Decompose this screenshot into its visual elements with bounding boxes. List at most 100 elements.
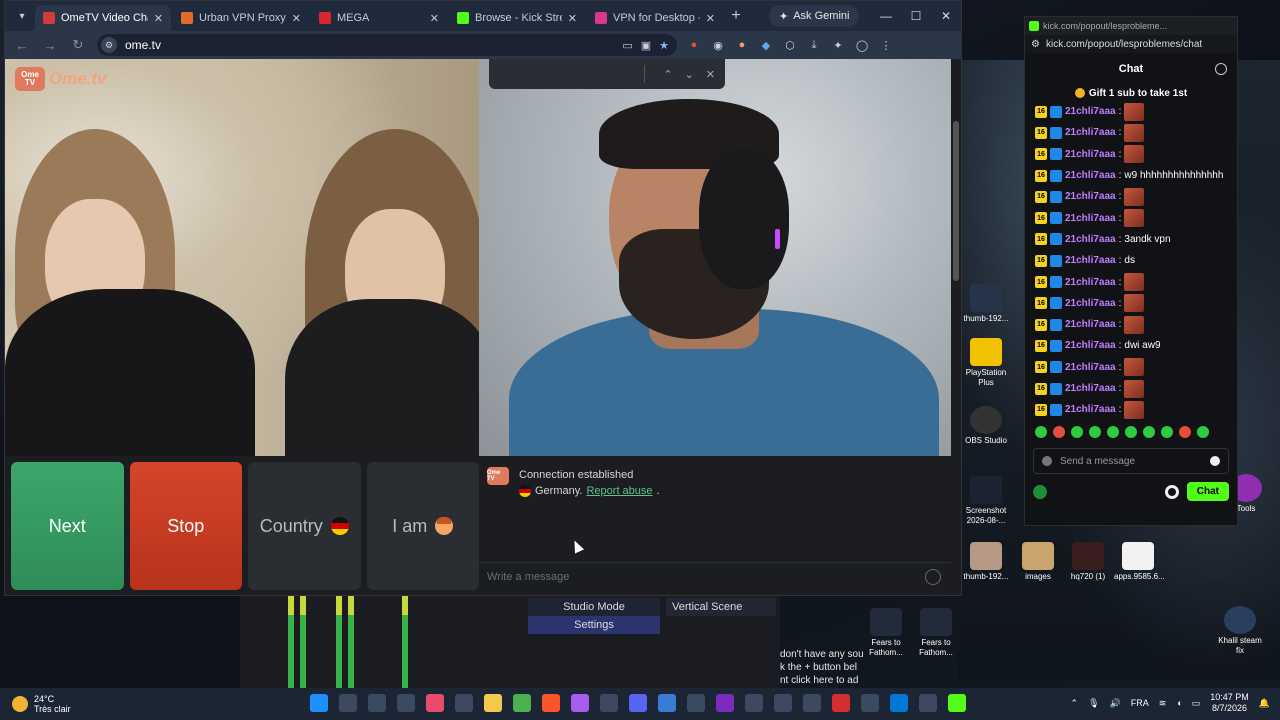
obs-icon[interactable]: [803, 694, 821, 712]
settings-button[interactable]: Settings: [528, 616, 660, 634]
app-icon[interactable]: [658, 694, 676, 712]
kick-message-input[interactable]: Send a message: [1033, 448, 1229, 475]
chat-username[interactable]: 21chli7aaa: [1065, 191, 1116, 202]
close-tab-icon[interactable]: ✕: [430, 12, 439, 25]
find-close-icon[interactable]: ✕: [706, 68, 715, 81]
next-button[interactable]: Next: [11, 462, 124, 590]
close-tab-icon[interactable]: ✕: [154, 12, 163, 25]
app-icon[interactable]: [861, 694, 879, 712]
clock[interactable]: 10:47 PM 8/7/2026: [1210, 692, 1249, 714]
chat-username[interactable]: 21chli7aaa: [1065, 234, 1116, 245]
store-icon[interactable]: [455, 694, 473, 712]
chat-username[interactable]: 21chli7aaa: [1065, 149, 1116, 160]
users-icon[interactable]: [1215, 63, 1227, 75]
emote-icon[interactable]: [1161, 426, 1173, 439]
chat-username[interactable]: 21chli7aaa: [1065, 127, 1116, 138]
menu-kebab-icon[interactable]: ⋮: [879, 39, 893, 52]
steam-icon[interactable]: [397, 694, 415, 712]
screenshot-icon[interactable]: ▣: [641, 39, 651, 52]
chat-username[interactable]: 21chli7aaa: [1065, 106, 1116, 117]
emote-icon[interactable]: [1071, 426, 1083, 439]
start-icon[interactable]: [310, 694, 328, 712]
tab-kick[interactable]: Browse - Kick Streaming ✕: [449, 5, 585, 31]
battery-icon[interactable]: ▭: [1192, 698, 1201, 709]
language-indicator[interactable]: FRA: [1131, 698, 1149, 708]
speaker-icon[interactable]: 🔊: [1110, 698, 1121, 709]
close-icon[interactable]: ✕: [931, 9, 961, 23]
emote-icon[interactable]: [1035, 426, 1047, 439]
site-info-icon[interactable]: ⚙: [101, 37, 117, 53]
profile-avatar-icon[interactable]: ◯: [855, 39, 869, 52]
desktop-icon-fears-to-fathom-2[interactable]: Fears to Fathom...: [912, 608, 960, 658]
chat-username[interactable]: 21chli7aaa: [1065, 340, 1116, 351]
app-icon[interactable]: [919, 694, 937, 712]
bookmark-star-icon[interactable]: ★: [659, 39, 669, 52]
country-button[interactable]: Country: [248, 462, 361, 590]
reload-icon[interactable]: ↻: [69, 37, 87, 53]
edge-icon[interactable]: [890, 694, 908, 712]
extension-icon[interactable]: ⬡: [783, 39, 797, 52]
back-icon[interactable]: ←: [13, 38, 31, 53]
desktop-icon-thumb[interactable]: thumb-192...: [962, 284, 1010, 324]
desktop-icon-obs-studio[interactable]: OBS Studio: [962, 406, 1010, 446]
tab-urban-vpn[interactable]: Urban VPN Proxy - Chron ✕: [173, 5, 309, 31]
desktop-icon-screenshot[interactable]: Screenshot 2026-08-...: [962, 476, 1010, 526]
tab-search-icon[interactable]: ▾: [11, 5, 33, 27]
extension-icon[interactable]: ◉: [711, 39, 725, 52]
desktop-icon-thumb-2[interactable]: thumb-192...: [962, 542, 1010, 582]
emote-icon[interactable]: [1125, 426, 1137, 439]
kick-url-bar[interactable]: ⚙ kick.com/popout/lesproblemes/chat: [1025, 35, 1237, 53]
microphone-icon[interactable]: 🎙: [1088, 698, 1099, 709]
app-icon[interactable]: [600, 694, 618, 712]
file-explorer-icon[interactable]: [484, 694, 502, 712]
app-icon[interactable]: [716, 694, 734, 712]
chat-username[interactable]: 21chli7aaa: [1065, 277, 1116, 288]
wifi-icon[interactable]: ≋: [1159, 698, 1167, 709]
address-bar[interactable]: ⚙ ome.tv ▭ ▣ ★: [97, 34, 677, 56]
tab-mega[interactable]: MEGA ✕: [311, 5, 447, 31]
brave-icon[interactable]: [542, 694, 560, 712]
desktop-icon-fears-to-fathom[interactable]: Fears to Fathom...: [862, 608, 910, 658]
message-input[interactable]: Write a message: [479, 562, 951, 590]
chat-username[interactable]: 21chli7aaa: [1065, 213, 1116, 224]
chat-username[interactable]: 21chli7aaa: [1065, 362, 1116, 373]
new-tab-icon[interactable]: +: [725, 7, 747, 25]
chat-username[interactable]: 21chli7aaa: [1065, 170, 1116, 181]
desktop-icon-khalil-steam-fix[interactable]: Khalil steam fix: [1216, 606, 1264, 656]
stop-button[interactable]: Stop: [129, 462, 242, 590]
close-tab-icon[interactable]: ✕: [706, 12, 715, 25]
emote-icon[interactable]: [1053, 426, 1065, 439]
desktop-icon-hq720[interactable]: hq720 (1): [1064, 542, 1112, 582]
site-info-icon[interactable]: ⚙: [1031, 39, 1040, 50]
report-abuse-link[interactable]: Report abuse: [586, 483, 652, 499]
desktop-icon-images[interactable]: images: [1014, 542, 1062, 582]
studio-mode-button[interactable]: Studio Mode: [528, 598, 660, 616]
chevron-up-icon[interactable]: ⌃: [1071, 698, 1079, 709]
minimize-icon[interactable]: —: [871, 9, 901, 23]
app-icon[interactable]: [571, 694, 589, 712]
emote-icon[interactable]: [1089, 426, 1101, 439]
emote-icon[interactable]: [1143, 426, 1155, 439]
emoji-icon[interactable]: [1210, 456, 1220, 467]
tab-vpn-desktop[interactable]: VPN for Desktop - Maxim ✕: [587, 5, 723, 31]
page-scrollbar[interactable]: [953, 121, 959, 281]
gear-icon[interactable]: [1164, 484, 1179, 499]
extension-icon[interactable]: ◆: [759, 39, 773, 52]
chat-username[interactable]: 21chli7aaa: [1065, 255, 1116, 266]
volume-icon[interactable]: ◖: [1176, 698, 1181, 708]
search-icon[interactable]: [339, 694, 357, 712]
emote-icon[interactable]: [1179, 426, 1191, 439]
notification-icon[interactable]: 🔔: [1259, 698, 1270, 709]
extension-icon[interactable]: ●: [735, 39, 749, 52]
steam-icon[interactable]: [368, 694, 386, 712]
chat-username[interactable]: 21chli7aaa: [1065, 383, 1116, 394]
emoji-picker-icon[interactable]: [925, 568, 941, 585]
kick-logo-icon[interactable]: [1033, 484, 1047, 499]
app-icon[interactable]: [687, 694, 705, 712]
desktop-icon-apps[interactable]: apps.9585.6...: [1114, 542, 1165, 582]
emote-icon[interactable]: [1107, 426, 1119, 439]
extensions-puzzle-icon[interactable]: ✦: [831, 39, 845, 52]
download-icon[interactable]: ⤓: [807, 39, 821, 52]
forward-icon[interactable]: →: [41, 38, 59, 53]
app-icon[interactable]: [774, 694, 792, 712]
